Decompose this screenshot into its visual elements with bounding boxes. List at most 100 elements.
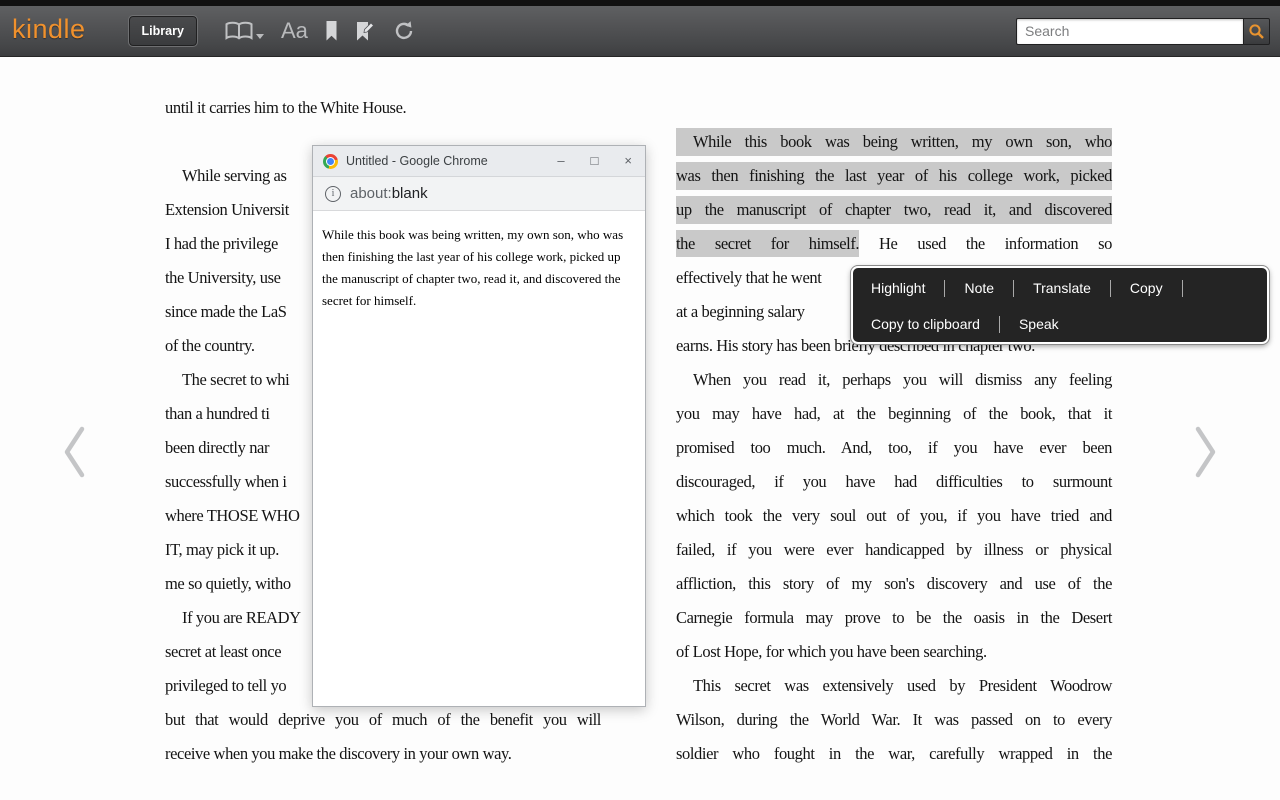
book-text: of Lost Hope, for which you have been se… bbox=[676, 642, 987, 661]
book-text: IT, may pick it up. bbox=[165, 540, 279, 559]
menu-item-highlight[interactable]: Highlight bbox=[867, 280, 944, 296]
window-controls: – □ × bbox=[544, 146, 645, 176]
book-text: If you are READY bbox=[182, 608, 301, 627]
highlighted-text: the secret for himself. bbox=[676, 230, 859, 257]
page-info-icon[interactable]: i bbox=[325, 186, 341, 202]
search-button[interactable] bbox=[1243, 18, 1270, 45]
book-text: While serving as bbox=[182, 166, 286, 185]
close-button[interactable]: × bbox=[611, 146, 645, 176]
minimize-button[interactable]: – bbox=[544, 146, 577, 176]
book-text: you may have had, at the beginning of th… bbox=[676, 404, 1112, 423]
book-text: successfully when i bbox=[165, 472, 287, 491]
maximize-button[interactable]: □ bbox=[578, 146, 612, 176]
book-text: at a beginning salary bbox=[676, 302, 805, 321]
menu-item-speak[interactable]: Speak bbox=[1000, 316, 1078, 332]
selection-context-menu: HighlightNoteTranslateCopy Copy to clipb… bbox=[851, 266, 1269, 344]
chevron-right-icon bbox=[1192, 425, 1218, 479]
book-text: When you read it, perhaps you will dismi… bbox=[693, 370, 1112, 389]
book-text: He used the information so bbox=[859, 234, 1112, 253]
book-text: than a hundred ti bbox=[165, 404, 270, 423]
book-text-line: This secret was extensively used by Pres… bbox=[676, 672, 1112, 700]
book-text: the University, use bbox=[165, 268, 281, 287]
chevron-down-icon bbox=[256, 34, 264, 39]
book-text-line: affliction, this story of my son's disco… bbox=[676, 570, 1112, 598]
book-text-line: up the manuscript of chapter two, read i… bbox=[676, 196, 1112, 224]
book-text-line: where THOSE WHO bbox=[165, 502, 300, 530]
book-text-line: While serving as bbox=[165, 162, 286, 190]
search-input[interactable] bbox=[1016, 18, 1243, 45]
notes-icon[interactable] bbox=[355, 20, 376, 42]
book-text: discouraged, if you have had difficultie… bbox=[676, 472, 1112, 491]
chrome-popup-window[interactable]: Untitled - Google Chrome – □ × i about:b… bbox=[312, 145, 646, 707]
book-text-line: While this book was being written, my ow… bbox=[676, 128, 1112, 156]
book-text: was then finishing the last year of his … bbox=[676, 166, 1112, 185]
book-text: soldier who fought in the war, carefully… bbox=[676, 744, 1112, 763]
book-text-line: you may have had, at the beginning of th… bbox=[676, 400, 1112, 428]
book-text-line: Wilson, during the World War. It was pas… bbox=[676, 706, 1112, 734]
menu-item-copy[interactable]: Copy bbox=[1111, 280, 1182, 296]
book-text-line: Carnegie formula may prove to be the oas… bbox=[676, 604, 1112, 632]
book-text: until it carries him to the White House. bbox=[165, 98, 406, 117]
url-text[interactable]: about:blank bbox=[350, 185, 428, 202]
book-text-line: promised too much. And, too, if you have… bbox=[676, 434, 1112, 462]
book-text-line: me so quietly, witho bbox=[165, 570, 291, 598]
book-text: This secret was extensively used by Pres… bbox=[693, 676, 1112, 695]
book-text-line: The secret to whi bbox=[165, 366, 289, 394]
book-text-line: but that would deprive you of much of th… bbox=[165, 706, 601, 734]
book-text: which took the very soul out of you, if … bbox=[676, 506, 1112, 525]
menu-separator bbox=[1182, 280, 1183, 297]
book-text-line: Extension Universit bbox=[165, 196, 289, 224]
book-text-line: been directly nar bbox=[165, 434, 269, 462]
book-text: of the country. bbox=[165, 336, 255, 355]
book-text: since made the LaS bbox=[165, 302, 287, 321]
prev-page-button[interactable] bbox=[62, 425, 88, 484]
search-bar bbox=[1016, 18, 1270, 45]
book-text-line: failed, if you were ever handicapped by … bbox=[676, 536, 1112, 564]
search-icon bbox=[1248, 23, 1265, 40]
book-text-line: If you are READY bbox=[165, 604, 301, 632]
book-text-line: at a beginning salary bbox=[676, 298, 805, 326]
context-menu-row-1: HighlightNoteTranslateCopy bbox=[853, 270, 1267, 306]
menu-item-copy-to-clipboard[interactable]: Copy to clipboard bbox=[867, 316, 999, 332]
book-text-line: I had the privilege bbox=[165, 230, 278, 258]
context-menu-row-2: Copy to clipboardSpeak bbox=[853, 306, 1267, 342]
book-text: While this book was being written, my ow… bbox=[693, 132, 1112, 151]
book-text-line: the secret for himself. He used the info… bbox=[676, 230, 1112, 258]
kindle-app-window: kindle Library Aa bbox=[0, 0, 1280, 800]
book-text: where THOSE WHO bbox=[165, 506, 300, 525]
book-text: affliction, this story of my son's disco… bbox=[676, 574, 1112, 593]
book-text: Wilson, during the World War. It was pas… bbox=[676, 710, 1112, 729]
bookmark-icon[interactable] bbox=[325, 20, 338, 42]
chrome-page-content: While this book was being written, my ow… bbox=[313, 211, 645, 325]
chrome-titlebar[interactable]: Untitled - Google Chrome – □ × bbox=[313, 146, 645, 177]
table-of-contents-book-icon[interactable] bbox=[224, 21, 264, 41]
book-text: promised too much. And, too, if you have… bbox=[676, 438, 1112, 457]
toolbar: kindle Library Aa bbox=[0, 6, 1280, 57]
book-text-line: of the country. bbox=[165, 332, 255, 360]
menu-item-note[interactable]: Note bbox=[945, 280, 1013, 296]
book-text: The secret to whi bbox=[182, 370, 289, 389]
book-text-line: soldier who fought in the war, carefully… bbox=[676, 740, 1112, 768]
book-text-line: the University, use bbox=[165, 264, 281, 292]
book-text-line: receive when you make the discovery in y… bbox=[165, 740, 512, 768]
book-text: privileged to tell yo bbox=[165, 676, 286, 695]
book-text-line: of Lost Hope, for which you have been se… bbox=[676, 638, 987, 666]
font-settings-icon[interactable]: Aa bbox=[281, 20, 308, 42]
sync-icon[interactable] bbox=[393, 20, 415, 42]
book-text-line: than a hundred ti bbox=[165, 400, 270, 428]
address-bar[interactable]: i about:blank bbox=[313, 177, 645, 211]
window-title: Untitled - Google Chrome bbox=[346, 154, 488, 168]
book-text-line: which took the very soul out of you, if … bbox=[676, 502, 1112, 530]
next-page-button[interactable] bbox=[1192, 425, 1218, 484]
book-text: effectively that he went bbox=[676, 268, 821, 287]
book-text-line: privileged to tell yo bbox=[165, 672, 286, 700]
chevron-left-icon bbox=[62, 425, 88, 479]
book-text: but that would deprive you of much of th… bbox=[165, 710, 601, 729]
book-text-line: until it carries him to the White House. bbox=[165, 94, 406, 122]
open-book-icon bbox=[224, 21, 254, 41]
book-text: been directly nar bbox=[165, 438, 269, 457]
reading-area: until it carries him to the White House.… bbox=[0, 57, 1280, 800]
menu-item-translate[interactable]: Translate bbox=[1014, 280, 1110, 296]
book-text-line: since made the LaS bbox=[165, 298, 287, 326]
library-button[interactable]: Library bbox=[128, 15, 198, 47]
